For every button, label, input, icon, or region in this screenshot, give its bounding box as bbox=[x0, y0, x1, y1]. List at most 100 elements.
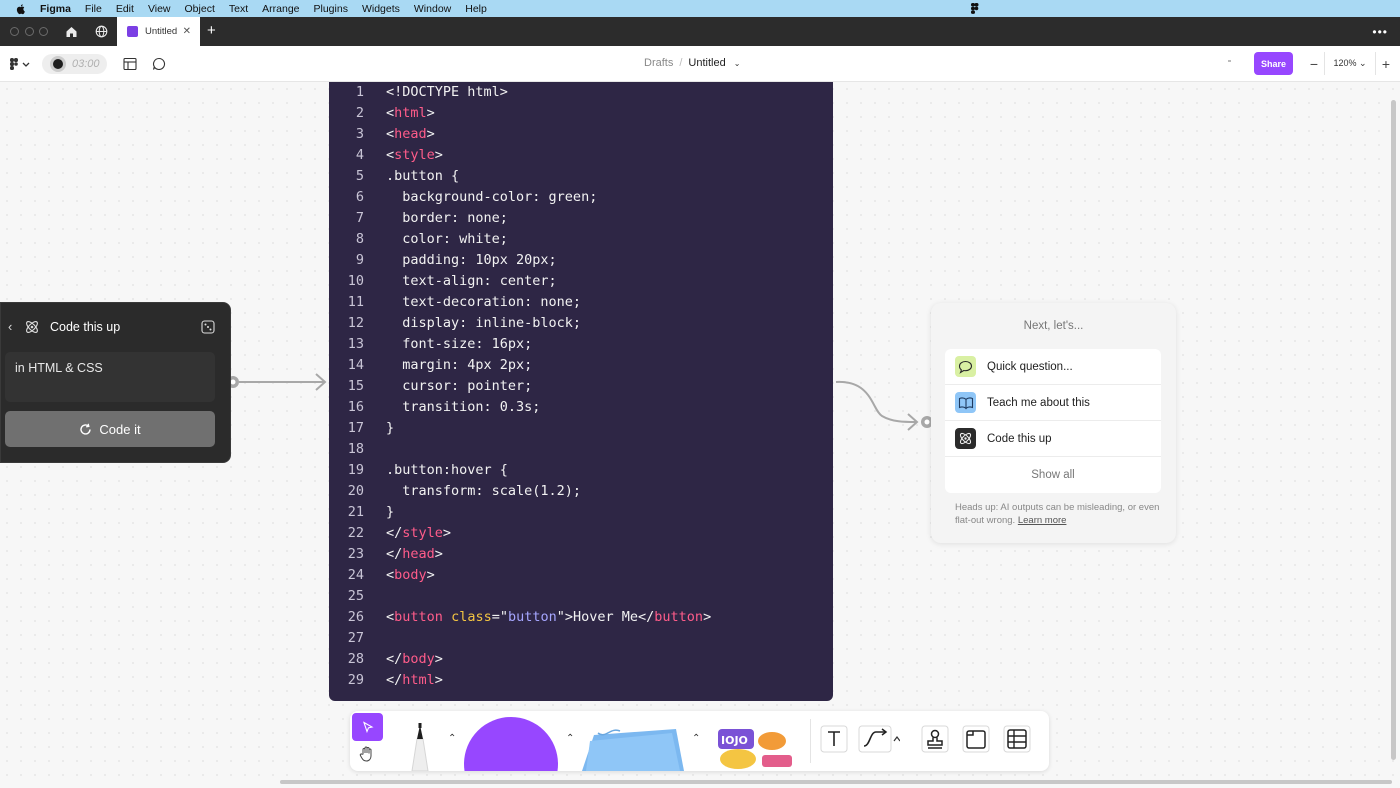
code-line: 25 bbox=[329, 586, 833, 607]
menu-view[interactable]: View bbox=[148, 3, 171, 15]
code-block[interactable]: 1 <!DOCTYPE html> 2 <html> 3 <head> 4 <style> 5.… bbox=[329, 82, 833, 701]
code-text: <!DOCTYPE html> bbox=[386, 82, 508, 103]
code-it-button[interactable]: Code it bbox=[5, 411, 215, 447]
code-token: transform: scale(1.2); bbox=[386, 483, 582, 499]
code-line: 29 </html> bbox=[329, 670, 833, 691]
breadcrumb-separator: / bbox=[679, 57, 683, 69]
comment-icon[interactable] bbox=[152, 57, 166, 71]
code-line: 19 .button:hover { bbox=[329, 460, 833, 481]
line-number: 23 bbox=[347, 546, 364, 562]
code-token: text-align: center; bbox=[386, 273, 557, 289]
vertical-scrollbar[interactable] bbox=[1391, 100, 1396, 760]
open-book-icon bbox=[955, 392, 976, 413]
chevron-up-icon[interactable]: ⌃ bbox=[692, 733, 702, 744]
code-line: 1 <!DOCTYPE html> bbox=[329, 82, 833, 103]
section-tool[interactable] bbox=[962, 725, 990, 753]
zoom-out-icon[interactable]: − bbox=[1304, 56, 1324, 72]
prompt-input[interactable]: in HTML & CSS bbox=[5, 352, 215, 402]
code-token: ">Hover Me</ bbox=[556, 609, 655, 625]
line-number: 7 bbox=[355, 210, 364, 226]
code-line: 20 transform: scale(1.2); bbox=[329, 481, 833, 502]
stickers-tool[interactable]: IOJO bbox=[716, 725, 796, 771]
chevron-up-icon[interactable]: ⌃ bbox=[566, 733, 576, 744]
code-token: transition: 0.3s; bbox=[386, 399, 541, 415]
zoom-level[interactable]: 120% ⌄ bbox=[1324, 52, 1376, 75]
code-text: </body> bbox=[386, 649, 443, 670]
window-close-dot[interactable] bbox=[10, 27, 19, 36]
option-label: Code this up bbox=[987, 432, 1052, 445]
menu-help[interactable]: Help bbox=[465, 3, 487, 15]
hand-icon[interactable] bbox=[358, 745, 376, 763]
line-number: 26 bbox=[347, 609, 364, 625]
figma-menu-icon[interactable] bbox=[9, 57, 31, 71]
line-number: 3 bbox=[355, 126, 364, 142]
quick-question-option[interactable]: Quick question... bbox=[945, 349, 1161, 385]
home-icon[interactable] bbox=[65, 25, 78, 38]
window-minimize-dot[interactable] bbox=[25, 27, 34, 36]
code-text: font-size: 16px; bbox=[386, 334, 532, 355]
chevron-up-icon[interactable]: ⌃ bbox=[448, 733, 458, 744]
globe-icon[interactable] bbox=[95, 25, 108, 38]
code-text: display: inline-block; bbox=[386, 313, 581, 334]
show-all-button[interactable]: Show all bbox=[945, 457, 1161, 493]
new-tab-plus-icon[interactable]: + bbox=[207, 22, 216, 39]
table-tool[interactable] bbox=[1003, 725, 1031, 753]
code-token: < bbox=[386, 609, 395, 625]
menu-window[interactable]: Window bbox=[414, 3, 451, 15]
line-number: 16 bbox=[347, 399, 364, 415]
dice-icon[interactable] bbox=[201, 320, 215, 334]
refresh-icon bbox=[80, 423, 92, 435]
text-tool[interactable] bbox=[820, 725, 848, 753]
close-icon[interactable]: ✕ bbox=[183, 26, 191, 37]
next-steps-list: Quick question... Teach me about this Co… bbox=[945, 349, 1161, 493]
figma-status-icon[interactable] bbox=[969, 3, 980, 14]
chevron-down-icon[interactable]: ⌄ bbox=[734, 59, 741, 68]
code-text: text-align: center; bbox=[386, 271, 557, 292]
code-text: padding: 10px 20px; bbox=[386, 250, 556, 271]
menu-file[interactable]: File bbox=[85, 3, 102, 15]
move-tool[interactable] bbox=[352, 713, 383, 741]
code-token: <!DOCTYPE html> bbox=[386, 84, 508, 100]
menu-edit[interactable]: Edit bbox=[116, 3, 134, 15]
menu-text[interactable]: Text bbox=[229, 3, 248, 15]
zoom-value: 120% bbox=[1333, 58, 1357, 68]
code-token: =" bbox=[491, 609, 508, 625]
atom-icon bbox=[955, 428, 976, 449]
code-token: > bbox=[434, 546, 443, 562]
code-this-up-option[interactable]: Code this up bbox=[945, 421, 1161, 457]
sticky-note-tool[interactable] bbox=[580, 725, 686, 771]
apple-icon[interactable] bbox=[13, 3, 29, 15]
atom-icon bbox=[26, 321, 38, 333]
menu-arrange[interactable]: Arrange bbox=[262, 3, 299, 15]
zoom-in-icon[interactable]: + bbox=[1376, 56, 1396, 72]
more-options-icon[interactable]: ••• bbox=[1372, 25, 1388, 39]
share-button[interactable]: Share bbox=[1254, 52, 1293, 75]
code-text: } bbox=[386, 418, 394, 439]
line-number: 6 bbox=[355, 189, 364, 205]
horizontal-scrollbar[interactable] bbox=[280, 780, 1392, 784]
teach-me-option[interactable]: Teach me about this bbox=[945, 385, 1161, 421]
layout-panel-icon[interactable] bbox=[123, 57, 137, 71]
window-zoom-dot[interactable] bbox=[39, 27, 48, 36]
back-chevron-icon[interactable]: ‹ bbox=[8, 319, 12, 334]
code-text: text-decoration: none; bbox=[386, 292, 581, 313]
code-token: > bbox=[426, 567, 435, 583]
learn-more-link[interactable]: Learn more bbox=[1018, 515, 1067, 526]
stamp-tool[interactable] bbox=[921, 725, 949, 753]
ai-disclaimer: Heads up: AI outputs can be misleading, … bbox=[955, 501, 1160, 527]
marker-tool[interactable] bbox=[400, 721, 440, 771]
breadcrumb-drafts[interactable]: Drafts bbox=[644, 57, 673, 69]
file-name[interactable]: Untitled bbox=[688, 57, 725, 69]
shape-tool[interactable] bbox=[463, 716, 559, 771]
code-line: 18 bbox=[329, 439, 833, 460]
timer-widget[interactable]: 03:00 bbox=[42, 54, 107, 74]
menu-widgets[interactable]: Widgets bbox=[362, 3, 400, 15]
widget-title: Code this up bbox=[50, 320, 121, 334]
menu-plugins[interactable]: Plugins bbox=[314, 3, 348, 15]
line-number: 22 bbox=[347, 525, 364, 541]
menu-object[interactable]: Object bbox=[185, 3, 215, 15]
menu-app-name[interactable]: Figma bbox=[40, 3, 71, 15]
tab-untitled[interactable]: Untitled ✕ bbox=[117, 17, 200, 46]
connector-tool[interactable] bbox=[858, 725, 900, 753]
code-tag: body bbox=[394, 567, 427, 583]
